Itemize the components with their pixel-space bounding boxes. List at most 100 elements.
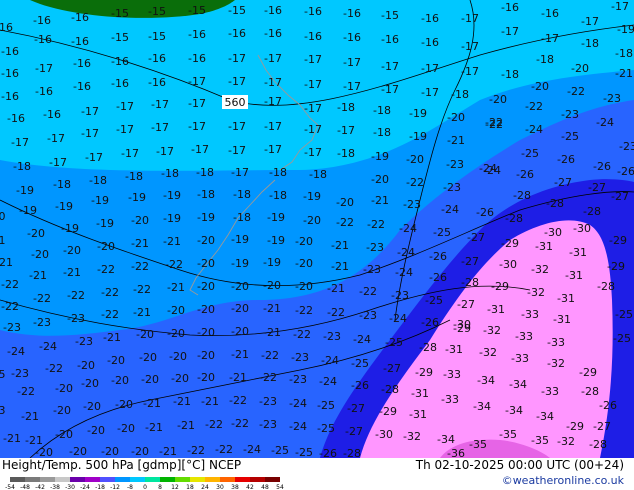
temperature-label: -18 xyxy=(501,68,519,81)
temperature-label: -18 xyxy=(125,170,143,183)
temperature-label: -25 xyxy=(433,226,451,239)
temperature-label: -30 xyxy=(453,318,471,331)
temperature-label: -32 xyxy=(547,357,565,370)
temperature-label: -17 xyxy=(421,62,439,75)
color-bar-swatch xyxy=(265,477,280,482)
temperature-label: -19 xyxy=(91,194,109,207)
map-title: Height/Temp. 500 hPa [gdmp][°C] NCEP xyxy=(2,458,242,472)
temperature-label: -17 xyxy=(304,78,322,91)
temperature-label: -19 xyxy=(163,189,181,202)
temperature-label: -24 xyxy=(479,162,497,175)
temperature-label: -15 xyxy=(111,31,129,44)
temperature-label: -23 xyxy=(561,108,579,121)
temperature-label: -33 xyxy=(521,308,539,321)
credit-link[interactable]: ©weatheronline.co.uk xyxy=(502,474,624,487)
temperature-label: -24 xyxy=(441,203,459,216)
temperature-label: -25 xyxy=(351,357,369,370)
temperature-label: -26 xyxy=(351,379,369,392)
temperature-label: -28 xyxy=(461,276,479,289)
temperature-label: -28 xyxy=(546,197,564,210)
temperature-label: -30 xyxy=(544,226,562,239)
temperature-label: -31 xyxy=(409,408,427,421)
temperature-label: -18 xyxy=(53,178,71,191)
temperature-label: -23 xyxy=(11,367,29,380)
temperature-label: -27 xyxy=(611,190,629,203)
temperature-label: -17 xyxy=(264,120,282,133)
temperature-label: -20 xyxy=(197,280,215,293)
temperature-label: -23 xyxy=(259,395,277,408)
temperature-label: -16 xyxy=(264,27,282,40)
temperature-label: -27 xyxy=(383,362,401,375)
temperature-label: -22 xyxy=(101,286,119,299)
temperature-label: -18 xyxy=(373,104,391,117)
temperature-label: -29 xyxy=(379,405,397,418)
temperature-label: -20 xyxy=(115,398,133,411)
contour-label-560: 560 xyxy=(225,96,246,109)
temperature-label: -27 xyxy=(345,425,363,438)
temperature-label: -20 xyxy=(263,279,281,292)
temperature-label: -17 xyxy=(151,121,169,134)
map-canvas: 560 -15 -15 -15 -15 -16 -16 -16 -15 -16 -17 -16 -16… xyxy=(0,0,634,458)
temperature-label: -26 xyxy=(599,399,617,412)
temperature-label: -22 xyxy=(327,306,345,319)
temperature-label: -31 xyxy=(487,303,505,316)
temperature-label: -23 xyxy=(289,373,307,386)
color-bar-swatch xyxy=(100,477,115,482)
temperature-label: -32 xyxy=(557,435,575,448)
temperature-label: -17 xyxy=(47,132,65,145)
temperature-label: -17 xyxy=(264,52,282,65)
temperature-label: -16 xyxy=(7,112,25,125)
temperature-label: -23 xyxy=(443,181,461,194)
temperature-label: -16 xyxy=(381,33,399,46)
temperature-label: -35 xyxy=(499,428,517,441)
temperature-label: -30 xyxy=(499,258,517,271)
color-bar-swatch xyxy=(70,477,85,482)
temperature-label: -20 xyxy=(55,382,73,395)
temperature-label: -20 xyxy=(531,80,549,93)
temperature-label: -17 xyxy=(85,151,103,164)
temperature-label: -21 xyxy=(201,395,219,408)
temperature-label: -20 xyxy=(197,234,215,247)
temperature-label: -23 xyxy=(603,92,621,105)
temperature-label: -33 xyxy=(547,336,565,349)
temperature-label: -16 xyxy=(304,5,322,18)
color-bar-tick: 38 xyxy=(231,484,239,489)
temperature-label: -21 xyxy=(173,395,191,408)
temperature-label: -28 xyxy=(581,385,599,398)
temperature-label: -17 xyxy=(541,32,559,45)
color-bar-swatch xyxy=(55,477,70,482)
temperature-label: -35 xyxy=(469,438,487,451)
temperature-label: -15 xyxy=(148,30,166,43)
temperature-label: -19 xyxy=(55,200,73,213)
temperature-label: -21 xyxy=(229,371,247,384)
temperature-label: -16 xyxy=(73,80,91,93)
temperature-label: -17 xyxy=(116,100,134,113)
temperature-label: -17 xyxy=(188,75,206,88)
temperature-label: -19 xyxy=(197,211,215,224)
temperature-label: -24 xyxy=(596,116,614,129)
temperature-label: -15 xyxy=(381,9,399,22)
temperature-label: -19 xyxy=(617,23,634,36)
temperature-label: -21 xyxy=(3,432,21,445)
temperature-label: -21 xyxy=(615,67,633,80)
temperature-label: -16 xyxy=(1,67,19,80)
temperature-label: -18 xyxy=(536,53,554,66)
temperature-label: -16 xyxy=(541,7,559,20)
temperature-label: -19 xyxy=(371,150,389,163)
temperature-label: -29 xyxy=(491,280,509,293)
color-bar-tick: 12 xyxy=(171,484,179,489)
temperature-label: -33 xyxy=(511,352,529,365)
temperature-label: -17 xyxy=(188,97,206,110)
temperature-label: -23 xyxy=(67,312,85,325)
temperature-label: -23 xyxy=(291,351,309,364)
temperature-label: -28 xyxy=(419,341,437,354)
temperature-label: -20 xyxy=(169,350,187,363)
temperature-label: -20 xyxy=(489,93,507,106)
temperature-label: -30 xyxy=(375,428,393,441)
temperature-label: -20 xyxy=(111,374,129,387)
temperature-label: -18 xyxy=(161,167,179,180)
temperature-label: -23 xyxy=(391,289,409,302)
temperature-label: -21 xyxy=(327,282,345,295)
color-bar-tick: 54 xyxy=(276,484,284,489)
temperature-label: -20 xyxy=(69,445,87,458)
